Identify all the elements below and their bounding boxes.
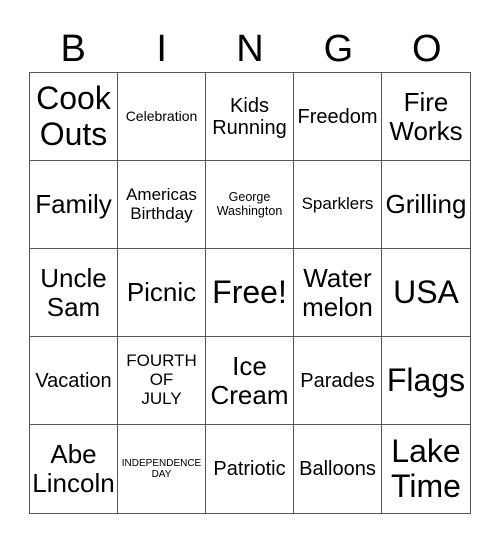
bingo-cell[interactable]: Vacation: [30, 337, 118, 425]
header-letter-n: N: [236, 28, 264, 70]
bingo-cell[interactable]: Cook Outs: [30, 73, 118, 161]
header-letter-i: I: [156, 28, 167, 70]
bingo-cell[interactable]: FOURTH OF JULY: [118, 337, 206, 425]
bingo-cell[interactable]: Balloons: [294, 425, 382, 513]
bingo-cell[interactable]: George Washington: [206, 161, 294, 249]
bingo-grid: Cook Outs Celebration Kids Running Freedom F…: [29, 72, 471, 514]
bingo-cell[interactable]: Freedom: [294, 73, 382, 161]
bingo-cell[interactable]: Flags: [382, 337, 470, 425]
bingo-cell[interactable]: Sparklers: [294, 161, 382, 249]
bingo-cell[interactable]: Grilling: [382, 161, 470, 249]
bingo-cell[interactable]: Kids Running: [206, 73, 294, 161]
bingo-cell[interactable]: Ice Cream: [206, 337, 294, 425]
bingo-cell[interactable]: Abe Lincoln: [30, 425, 118, 513]
bingo-cell[interactable]: Family: [30, 161, 118, 249]
bingo-cell[interactable]: USA: [382, 249, 470, 337]
bingo-cell[interactable]: Free!: [206, 249, 294, 337]
bingo-cell[interactable]: Americas Birthday: [118, 161, 206, 249]
bingo-cell[interactable]: Picnic: [118, 249, 206, 337]
header-letter-o: O: [412, 28, 442, 70]
bingo-cell[interactable]: Uncle Sam: [30, 249, 118, 337]
bingo-cell[interactable]: Parades: [294, 337, 382, 425]
header-letter-b: B: [60, 28, 86, 70]
bingo-cell[interactable]: Patriotic: [206, 425, 294, 513]
bingo-cell[interactable]: Lake Time: [382, 425, 470, 513]
bingo-cell[interactable]: Celebration: [118, 73, 206, 161]
bingo-header: B I N G O: [29, 26, 471, 72]
bingo-cell[interactable]: Water melon: [294, 249, 382, 337]
bingo-cell[interactable]: Fire Works: [382, 73, 470, 161]
bingo-cell[interactable]: INDEPENDENCE DAY: [118, 425, 206, 513]
header-letter-g: G: [323, 28, 354, 70]
